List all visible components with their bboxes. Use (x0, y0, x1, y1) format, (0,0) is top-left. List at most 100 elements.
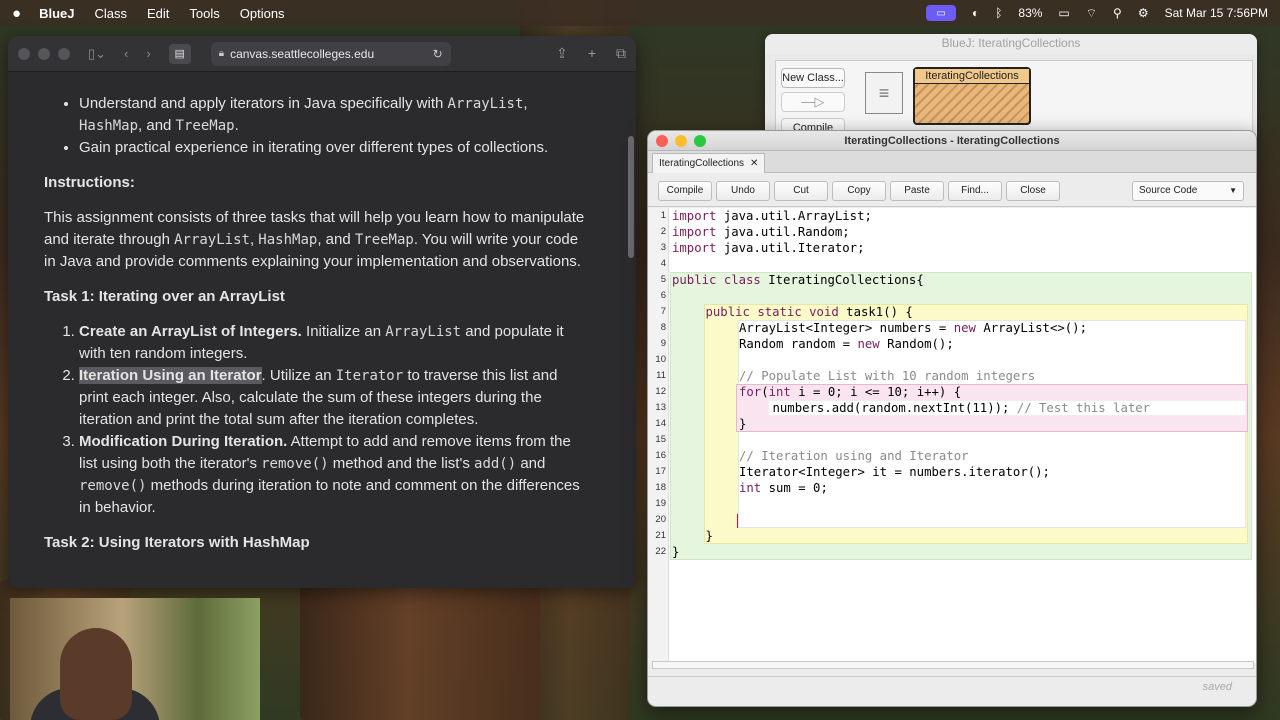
person-head (60, 628, 132, 720)
line-number: 7 (660, 306, 666, 317)
line-number: 20 (655, 514, 666, 525)
new-tab-icon[interactable]: + (588, 45, 596, 62)
status-bar: saved (648, 676, 1256, 706)
reload-icon[interactable]: ↻ (433, 47, 443, 61)
list-item: Understand and apply iterators in Java s… (79, 93, 588, 137)
close-tab-icon[interactable]: ✕ (750, 155, 758, 173)
webcam-overlay (10, 598, 260, 720)
zoom-window-button[interactable] (694, 135, 706, 147)
list-item: Iteration Using an Iterator. Utilize an … (79, 365, 588, 431)
chevron-down-icon: ▼ (1229, 186, 1237, 195)
line-number: 3 (660, 242, 666, 253)
task2-heading: Task 2: Using Iterators with HashMap (44, 534, 310, 551)
close-window-button[interactable] (18, 47, 30, 60)
line-number: 16 (655, 450, 666, 461)
battery-percent[interactable]: 83% (1018, 6, 1042, 20)
code-line: } (672, 545, 680, 559)
editor-window: IteratingCollections - IteratingCollecti… (647, 130, 1257, 707)
back-icon[interactable]: ‹ (124, 46, 128, 61)
menu-class[interactable]: Class (94, 6, 127, 21)
code-line: import java.util.Random; (672, 225, 850, 239)
bluej-window-title: BlueJ: IteratingCollections (765, 34, 1257, 54)
url-text: canvas.seattlecolleges.edu (230, 46, 375, 61)
page-scrollbar[interactable] (628, 136, 634, 258)
menu-clock[interactable]: Sat Mar 15 7:56PM (1165, 6, 1268, 20)
code-line: int sum = 0; (739, 481, 828, 495)
forward-icon[interactable]: › (146, 46, 150, 61)
bluetooth-icon[interactable]: ᛒ (995, 6, 1002, 20)
undo-button[interactable]: Undo (716, 181, 770, 201)
line-number: 22 (655, 546, 666, 557)
line-number: 19 (655, 498, 666, 509)
line-number: 6 (660, 290, 666, 301)
code-line: } (705, 529, 713, 543)
browser-toolbar: ▯⌄ ‹ › ▤ 🔒︎ canvas.seattlecolleges.edu ↻… (8, 36, 636, 72)
lock-icon: 🔒︎ (218, 48, 225, 59)
tab-favicon-icon[interactable]: ▤ (168, 43, 191, 64)
line-number: 21 (655, 530, 666, 541)
tab-label: IteratingCollections (659, 157, 745, 169)
menu-tools[interactable]: Tools (189, 6, 219, 21)
horizontal-scrollbar[interactable] (652, 661, 1254, 669)
code-line: numbers.add(random.nextInt(11)); // Test… (772, 401, 1151, 415)
code-line: } (739, 417, 747, 431)
zoom-window-button[interactable] (58, 47, 70, 60)
readme-doc-icon[interactable]: ≡ (865, 72, 903, 114)
code-line: Random random = new Random(); (739, 337, 954, 351)
line-number: 8 (660, 322, 666, 333)
editor-toolbar: Compile Undo Cut Copy Paste Find... Clos… (648, 173, 1256, 207)
line-number: 18 (655, 482, 666, 493)
list-item: Create an ArrayList of Integers. Initial… (79, 321, 588, 365)
view-select[interactable]: Source Code ▼ (1132, 181, 1244, 201)
task1-steps: Create an ArrayList of Integers. Initial… (44, 321, 588, 519)
sync-icon[interactable]: ◐ (972, 6, 979, 20)
uses-arrow-button[interactable]: —▷ (781, 92, 845, 112)
selected-text: Iteration Using an Iterator (79, 367, 262, 384)
search-icon[interactable]: ⚲ (1113, 6, 1122, 20)
menu-app-name[interactable]: BlueJ (39, 6, 74, 21)
menu-options[interactable]: Options (240, 6, 285, 21)
line-number: 12 (655, 386, 666, 397)
wifi-icon[interactable]: ⌔ (1086, 6, 1097, 21)
window-controls (18, 47, 70, 60)
menu-edit[interactable]: Edit (147, 6, 169, 21)
code-line: ArrayList<Integer> numbers = new ArrayLi… (739, 321, 1087, 335)
code-line: Iterator<Integer> it = numbers.iterator(… (739, 465, 1050, 479)
line-number: 1 (660, 210, 666, 221)
line-number: 17 (655, 466, 666, 477)
control-center-icon[interactable]: ⚙ (1138, 6, 1149, 20)
copy-button[interactable]: Copy (832, 181, 886, 201)
page-content: Understand and apply iterators in Java s… (8, 72, 624, 588)
battery-icon[interactable]: ▭ (1058, 6, 1069, 20)
line-number: 14 (655, 418, 666, 429)
close-window-button[interactable] (656, 135, 668, 147)
editor-title: IteratingCollections - IteratingCollecti… (844, 135, 1060, 147)
sidebar-toggle-icon[interactable]: ▯⌄ (88, 46, 106, 62)
compile-button[interactable]: Compile (658, 181, 712, 201)
code-line: // Iteration using and Iterator (739, 449, 969, 463)
close-button[interactable]: Close (1006, 181, 1060, 201)
share-icon[interactable]: ⇪ (556, 45, 568, 62)
code-line: public class IteratingCollections{ (672, 273, 924, 287)
apple-menu-icon[interactable]: ● (12, 5, 21, 22)
new-class-button[interactable]: New Class... (781, 68, 845, 88)
class-box[interactable]: IteratingCollections (913, 67, 1031, 125)
instructions-heading: Instructions: (44, 174, 135, 191)
line-number: 10 (655, 354, 666, 365)
screen-record-icon[interactable]: ▭ (925, 5, 956, 21)
find-button[interactable]: Find... (948, 181, 1002, 201)
code-area[interactable]: 1 import java.util.ArrayList; 2 import java… (648, 208, 1256, 663)
browser-window: ▯⌄ ‹ › ▤ 🔒︎ canvas.seattlecolleges.edu ↻… (8, 36, 636, 588)
address-bar[interactable]: 🔒︎ canvas.seattlecolleges.edu ↻ (210, 41, 451, 66)
editor-title-bar: IteratingCollections - IteratingCollecti… (648, 131, 1256, 151)
class-box-name: IteratingCollections (915, 69, 1029, 84)
list-item: Gain practical experience in iterating o… (79, 137, 588, 159)
menu-bar: ● BlueJ Class Edit Tools Options ▭ ◐ ᛒ 8… (0, 0, 1280, 26)
tab-overview-icon[interactable]: ⧉ (616, 45, 626, 62)
paste-button[interactable]: Paste (890, 181, 944, 201)
minimize-window-button[interactable] (38, 47, 50, 60)
line-number: 5 (660, 274, 666, 285)
cut-button[interactable]: Cut (774, 181, 828, 201)
minimize-window-button[interactable] (675, 135, 687, 147)
tab-iteratingcollections[interactable]: IteratingCollections ✕ (652, 153, 766, 173)
